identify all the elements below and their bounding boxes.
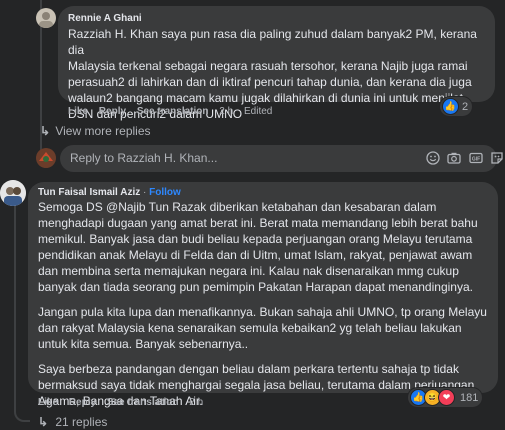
reaction-count: 2 — [462, 100, 469, 113]
comment-bubble-2: Tun Faisal Ismail Aziz · Follow Semoga D… — [28, 182, 498, 408]
svg-text:GIF: GIF — [472, 157, 480, 163]
edited-label: Edited — [243, 106, 273, 117]
comment-line: memikul. Banyak jasa dan budi beliau kep… — [38, 232, 473, 246]
avatar-rennie[interactable] — [36, 8, 56, 28]
comment-body: Semoga DS @Najib Tun Razak diberikan ket… — [38, 199, 493, 409]
reaction-summary-1[interactable]: 👍 2 — [440, 97, 473, 116]
comment-actions-2: Like Reply See translation 2 h — [38, 397, 211, 408]
comment-header: Tun Faisal Ismail Aziz · Follow — [38, 187, 181, 198]
comment-line: Semoga DS @Najib Tun Razak diberikan ket… — [38, 200, 437, 214]
reply-input[interactable]: Reply to Razziah H. Khan... GIF — [60, 145, 503, 172]
reply-button[interactable]: Reply — [99, 106, 126, 117]
comment-line: Saya berbeza pandangan dengan beliau dal… — [38, 362, 459, 376]
comment-line: dan membina serta memajukan negara ini. … — [38, 264, 459, 278]
view-more-replies-link[interactable]: ↳ View more replies — [40, 124, 151, 138]
reaction-summary-2[interactable]: 👍 😆 ❤ 181 — [408, 388, 483, 407]
thread-curve-bottom — [14, 400, 30, 422]
love-reaction-icon: ❤ — [438, 389, 455, 406]
reply-placeholder: Reply to Razziah H. Khan... — [70, 151, 218, 165]
camera-icon[interactable] — [447, 151, 461, 165]
like-reaction-icon: 👍 — [442, 98, 459, 115]
current-user-avatar — [36, 148, 56, 168]
comment-line: dan rakyat Malaysia kena senaraikan semu… — [38, 321, 462, 335]
timestamp[interactable]: 2 h — [219, 106, 233, 117]
reaction-count: 181 — [460, 391, 479, 404]
comment-paragraph-1: Semoga DS @Najib Tun Razak diberikan ket… — [38, 199, 493, 295]
sticker-icon[interactable] — [490, 151, 504, 165]
comment-line: untuk kita semua. Banyak sebenarnya.. — [38, 337, 249, 351]
comment-line: Malaysia terkenal sebagai negara rasuah … — [68, 59, 468, 73]
comment-paragraph-2: Jangan pula kita lupa dan menafikannya. … — [38, 304, 493, 352]
comment-line: perasuah2 di lahirkan dan di iktiraf pen… — [68, 75, 472, 89]
comment-author[interactable]: Rennie A Ghani — [68, 13, 142, 24]
comment-line: Razziah H. Khan saya pun rasa dia paling… — [68, 27, 477, 57]
thread-line-main — [14, 200, 16, 412]
comment-line: Jangan pula kita lupa dan menafikannya. … — [38, 305, 487, 319]
like-button[interactable]: Like — [68, 106, 88, 117]
emoji-icon[interactable] — [426, 151, 440, 165]
timestamp[interactable]: 2 h — [189, 397, 203, 408]
comment-author[interactable]: Tun Faisal Ismail Aziz — [38, 187, 140, 198]
gif-icon[interactable]: GIF — [469, 151, 483, 165]
comment-actions-1: Like Reply See translation 2 h Edited — [68, 106, 280, 117]
reply-arrow-icon: ↳ — [38, 415, 49, 429]
reply-arrow-icon: ↳ — [40, 124, 51, 138]
view-replies-link[interactable]: ↳ 21 replies — [38, 415, 107, 429]
comment-bubble-1: Rennie A Ghani Razziah H. Khan saya pun … — [58, 6, 495, 121]
avatar-tun-faisal[interactable] — [0, 180, 26, 206]
comment-line: banyak dan tiada seorang pun pemimpin Pa… — [38, 280, 473, 294]
comment-line: walaun2 bangang macam kamu jugak dilahir… — [68, 91, 463, 105]
reply-button[interactable]: Reply — [69, 397, 96, 408]
follow-button[interactable]: Follow — [149, 187, 181, 198]
separator-dot: · — [143, 187, 147, 198]
like-button[interactable]: Like — [38, 397, 58, 408]
comment-line: menghadapi dugaan yang amat berat ini. B… — [38, 216, 478, 230]
comment-line: pendidikan anak Melayu di Felda dan di U… — [38, 248, 473, 262]
see-translation-link[interactable]: See translation — [137, 106, 209, 117]
see-translation-link[interactable]: See translation — [107, 397, 179, 408]
